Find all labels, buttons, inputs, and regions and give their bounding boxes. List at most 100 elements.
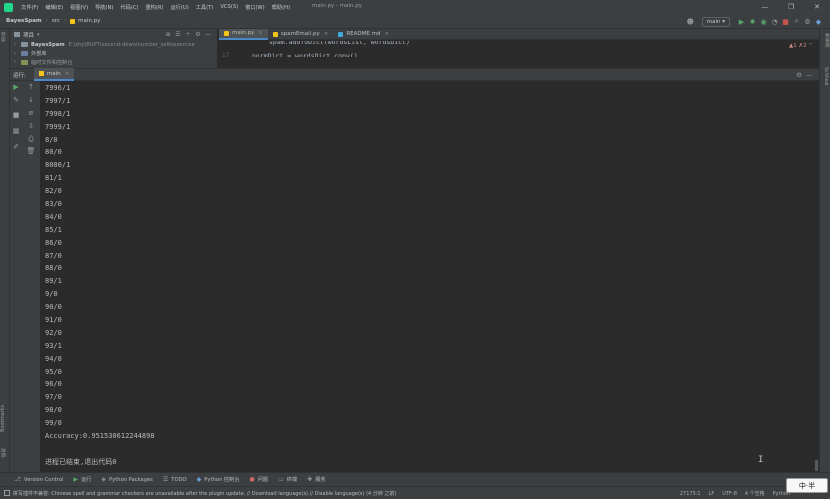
project-panel-title[interactable]: 项目 bbox=[23, 31, 34, 39]
problems-tab[interactable]: ● 问题 bbox=[249, 476, 268, 483]
chevron-right-icon[interactable]: › bbox=[14, 59, 21, 65]
version-control-tab[interactable]: ⎇ Version Control bbox=[14, 476, 63, 483]
indent-setting[interactable]: 4 个空格 bbox=[745, 490, 765, 497]
close-tab-icon[interactable]: × bbox=[324, 31, 329, 37]
soft-wrap-icon[interactable]: ≡ bbox=[26, 109, 36, 117]
coverage-icon[interactable]: ◉ bbox=[758, 18, 769, 26]
down-arrow-icon[interactable]: ↓ bbox=[26, 96, 36, 104]
search-icon[interactable]: ⌕ bbox=[791, 17, 802, 26]
run-panel-header: 运行: main × ⚙ — bbox=[10, 68, 819, 81]
services-icon: ✚ bbox=[307, 476, 313, 483]
console-line: 84/0 bbox=[45, 212, 62, 221]
tab-label: Python 控制台 bbox=[204, 477, 240, 483]
database-tool-window-button[interactable]: 数据库 bbox=[823, 33, 830, 47]
gear-icon[interactable]: ⚙ bbox=[193, 29, 203, 40]
structure-tool-window-button[interactable]: 结构 bbox=[1, 448, 8, 458]
close-button[interactable]: ✕ bbox=[804, 0, 830, 14]
menu-code[interactable]: 代码(C) bbox=[120, 4, 138, 11]
minimize-button[interactable]: — bbox=[752, 0, 778, 14]
ide-update-icon[interactable]: ◆ bbox=[813, 18, 824, 26]
console-line: 7999/1 bbox=[45, 122, 71, 131]
hide-panel-icon[interactable]: — bbox=[804, 69, 814, 81]
menu-help[interactable]: 帮助(H) bbox=[272, 4, 290, 11]
print-icon[interactable]: ⎙ bbox=[26, 135, 36, 144]
caret-position[interactable]: 27175:1 bbox=[680, 491, 701, 497]
menu-refactor[interactable]: 重构(R) bbox=[145, 4, 163, 11]
breadcrumb-folder[interactable]: src bbox=[52, 18, 60, 24]
bookmarks-tool-window-button[interactable]: Bookmarks bbox=[1, 405, 6, 432]
run-console[interactable]: 7996/1 7997/1 7998/1 7999/1 8/0 80/0 8000/1 81/… bbox=[40, 81, 817, 472]
line-separator[interactable]: LF bbox=[709, 491, 715, 497]
sciview-tool-window-button[interactable]: SciView bbox=[823, 67, 828, 85]
console-line: 9/0 bbox=[45, 290, 58, 299]
rerun-icon[interactable]: ▶ bbox=[11, 83, 21, 91]
tree-item-scratches[interactable]: › 临时文件和控制台 bbox=[10, 58, 217, 66]
python-console-tab[interactable]: ◆ Python 控制台 bbox=[197, 476, 240, 483]
ime-indicator[interactable]: 中·半 bbox=[786, 478, 828, 493]
run-configuration-select[interactable]: main ▾ bbox=[701, 16, 730, 27]
run-tool-tab[interactable]: ▶ 运行 bbox=[73, 476, 91, 483]
file-encoding[interactable]: UTF-8 bbox=[722, 491, 737, 497]
python-packages-tab[interactable]: ◈ Python Packages bbox=[101, 476, 152, 483]
settings-gear-icon[interactable]: ⚙ bbox=[802, 18, 813, 26]
tree-item-external-libraries[interactable]: › 外部库 bbox=[10, 49, 217, 58]
console-line: 97/0 bbox=[45, 393, 62, 402]
chevron-down-icon[interactable]: ▾ bbox=[37, 32, 40, 38]
chevron-right-icon[interactable]: › bbox=[14, 42, 21, 48]
library-icon bbox=[21, 51, 28, 56]
menu-view[interactable]: 视图(V) bbox=[70, 4, 88, 11]
menu-tools[interactable]: 工具(T) bbox=[196, 4, 214, 11]
menu-vcs[interactable]: VCS(S) bbox=[220, 4, 238, 11]
restore-layout-icon[interactable]: ▦ bbox=[11, 127, 21, 135]
console-scrollbar[interactable] bbox=[815, 460, 818, 471]
wrench-icon[interactable]: ✎ bbox=[11, 96, 21, 104]
tab-label: main.py bbox=[232, 30, 255, 36]
up-arrow-icon[interactable]: ↑ bbox=[26, 83, 36, 91]
services-tab[interactable]: ✚ 服务 bbox=[307, 476, 325, 483]
tab-spamemail-py[interactable]: spamEmail.py × bbox=[268, 29, 333, 40]
scroll-to-end-icon[interactable]: ⇩ bbox=[26, 122, 36, 130]
run-icon[interactable]: ▶ bbox=[736, 18, 747, 26]
close-tab-icon[interactable]: × bbox=[65, 71, 70, 77]
project-panel: 项目 ▾ ⊕ ☰ ÷ ⚙ — › BayesSpam E:\zhy\BUPT\s… bbox=[10, 29, 217, 68]
breadcrumb-project[interactable]: BayesSpam bbox=[6, 18, 42, 24]
console-line: 94/0 bbox=[45, 354, 62, 363]
inspection-widget[interactable]: ▲1 ✗2 ⌃ bbox=[789, 43, 813, 49]
run-tab-main[interactable]: main × bbox=[33, 68, 75, 81]
todo-tab[interactable]: ☰ TODO bbox=[163, 476, 187, 483]
menu-window[interactable]: 窗口(W) bbox=[245, 4, 265, 11]
close-tab-icon[interactable]: × bbox=[258, 30, 263, 36]
chevron-right-icon[interactable]: › bbox=[14, 51, 21, 57]
expand-all-icon[interactable]: ÷ bbox=[183, 29, 193, 40]
close-tab-icon[interactable]: × bbox=[384, 31, 389, 37]
menu-edit[interactable]: 编辑(E) bbox=[45, 4, 63, 11]
profile-icon[interactable]: ◔ bbox=[769, 18, 780, 26]
menu-file[interactable]: 文件(F) bbox=[21, 4, 38, 11]
menu-navigate[interactable]: 导航(N) bbox=[95, 4, 113, 11]
gear-icon[interactable]: ⚙ bbox=[794, 69, 804, 81]
locate-target-icon[interactable]: ⊕ bbox=[163, 29, 173, 40]
terminal-tab[interactable]: ▭ 终端 bbox=[278, 476, 297, 483]
maximize-button[interactable]: ❐ bbox=[778, 0, 804, 14]
debug-icon[interactable]: ✹ bbox=[747, 18, 758, 26]
pin-icon[interactable]: ✐ bbox=[11, 143, 21, 151]
menu-run[interactable]: 运行(U) bbox=[171, 4, 189, 11]
python-icon: ◆ bbox=[196, 476, 202, 483]
stop-icon[interactable]: ■ bbox=[11, 111, 21, 119]
hide-panel-icon[interactable]: — bbox=[203, 29, 213, 40]
stop-icon[interactable]: ■ bbox=[780, 18, 791, 26]
user-icon[interactable]: ☻ bbox=[685, 18, 696, 26]
status-message[interactable]: 拼写插件不兼容: Chinese spell and grammar check… bbox=[13, 490, 673, 497]
left-tool-strip: 项目 Bookmarks 结构 bbox=[0, 29, 10, 472]
tab-label: Python Packages bbox=[109, 476, 153, 483]
tab-readme-md[interactable]: README.md × bbox=[333, 29, 394, 40]
code-line[interactable]: normDict = wordsDict.copy() bbox=[252, 52, 358, 57]
event-log-icon[interactable] bbox=[4, 490, 10, 496]
project-tool-window-button[interactable]: 项目 bbox=[1, 32, 8, 42]
tree-item-root[interactable]: › BayesSpam E:\zhy\BUPT\second-down\numb… bbox=[10, 40, 217, 49]
tab-main-py[interactable]: main.py × bbox=[219, 28, 268, 40]
collapse-all-icon[interactable]: ☰ bbox=[173, 29, 183, 40]
breadcrumb-file[interactable]: main.py bbox=[78, 18, 100, 24]
tab-label: TODO bbox=[171, 476, 187, 483]
trash-icon[interactable]: 🗑 bbox=[26, 147, 36, 155]
